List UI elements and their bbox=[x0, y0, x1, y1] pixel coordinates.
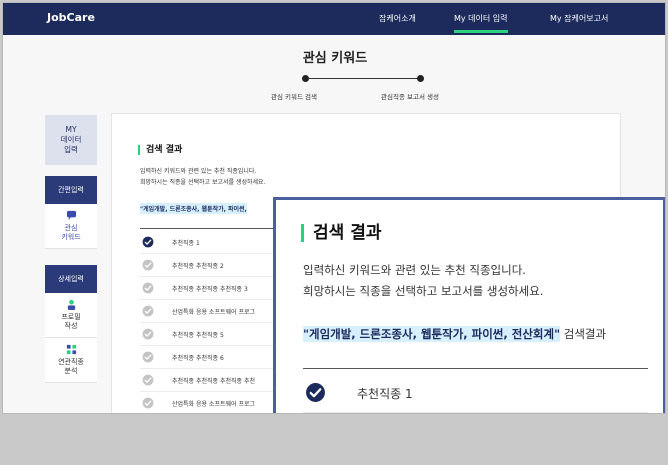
zoom-results-title: 검색 결과 bbox=[301, 224, 381, 242]
person-icon bbox=[67, 299, 75, 310]
results-divider bbox=[140, 228, 290, 229]
jobcare-logo[interactable]: JobCare bbox=[47, 11, 95, 24]
recommendation-label: 추천직종 추천직종 6 bbox=[172, 355, 224, 362]
search-keywords: "게임개발, 드론조종사, 웹툰작가, 파이썬, bbox=[140, 203, 247, 214]
step-label-1: 관심 키워드 검색 bbox=[271, 93, 317, 101]
check-circle-outline-icon[interactable] bbox=[142, 259, 154, 271]
zoom-callout: 검색 결과 입력하신 키워드와 관련 있는 추천 직종입니다. 희망하시는 직종… bbox=[273, 197, 665, 414]
sidebar-item-label: 프로필 작성 bbox=[61, 313, 81, 330]
results-title: 검색 결과 bbox=[138, 145, 182, 155]
nav-item-my-data-input[interactable]: My 데이터 입력 bbox=[454, 13, 508, 33]
keywords-highlight: "게임개발, 드론조종사, 웹툰작가, 파이썬, 전산회계" bbox=[303, 326, 561, 342]
check-circle-icon[interactable] bbox=[142, 236, 154, 248]
sidebar-section-simple: 간편입력 관심 키워드 bbox=[45, 176, 97, 249]
zoom-search-keywords: "게임개발, 드론조종사, 웹툰작가, 파이썬, 전산회계" 검색결과 bbox=[303, 326, 606, 342]
recommendation-label: 추천직종 추천직종 5 bbox=[172, 332, 224, 339]
sidebar-item-profile[interactable]: 프로필 작성 bbox=[45, 293, 97, 338]
sidebar-item-label: 연관직종 분석 bbox=[58, 358, 84, 375]
sidebar-item-related-analysis[interactable]: 연관직종 분석 bbox=[45, 338, 97, 383]
keywords-suffix: 검색결과 bbox=[560, 327, 607, 341]
step-dot-2 bbox=[417, 75, 424, 82]
nav-item-my-report[interactable]: My 잡케어보고서 bbox=[550, 13, 608, 24]
recommendation-label: 추천직종 추천직종 2 bbox=[172, 263, 224, 270]
results-desc-line-2: 희망하시는 직종을 선택하고 보고서를 생성하세요. bbox=[140, 179, 266, 186]
recommendation-label: 추천직종 추천직종 추천직종 3 bbox=[172, 286, 248, 293]
top-nav-bar: JobCare 잡케어소개 My 데이터 입력 My 잡케어보고서 bbox=[3, 3, 665, 35]
step-label-2: 관심직종 보고서 생성 bbox=[381, 93, 439, 101]
zoom-divider bbox=[303, 368, 648, 369]
check-circle-outline-icon[interactable] bbox=[142, 328, 154, 340]
check-circle-outline-icon[interactable] bbox=[142, 351, 154, 363]
check-circle-outline-icon[interactable] bbox=[142, 305, 154, 317]
zoom-desc-line-1: 입력하신 키워드와 관련 있는 추천 직종입니다. bbox=[303, 263, 526, 277]
check-circle-icon[interactable] bbox=[305, 382, 326, 403]
zoom-recommendation-row[interactable]: 추천직종 추천직종 2 bbox=[303, 413, 648, 414]
sidebar-item-keyword[interactable]: 관심 키워드 bbox=[45, 204, 97, 249]
recommendation-label: 추천직종 추천직종 추천직종 추천 bbox=[172, 378, 256, 385]
sidebar-section-title-detail[interactable]: 상세입력 bbox=[45, 265, 97, 293]
nav-item-about[interactable]: 잡케어소개 bbox=[379, 13, 416, 24]
sidebar-item-label: 관심 키워드 bbox=[61, 224, 81, 241]
sidebar-section-title-simple[interactable]: 간편입력 bbox=[45, 176, 97, 204]
zoom-desc-line-2: 희망하시는 직종을 선택하고 보고서를 생성하세요. bbox=[303, 284, 544, 298]
sidebar-section-detail: 상세입력 프로필 작성 연관직종 분석 bbox=[45, 265, 97, 383]
zoom-recommendation-label: 추천직종 1 bbox=[357, 387, 413, 401]
recommendation-label: 산업특화 응용 소프트웨어 프로그 bbox=[172, 309, 256, 316]
chat-icon bbox=[66, 210, 76, 221]
recommendation-label: 산업특화 응용 소프트웨어 프로그 bbox=[172, 401, 256, 408]
check-circle-outline-icon[interactable] bbox=[142, 397, 154, 409]
recommendation-label: 추천직종 1 bbox=[172, 240, 200, 247]
page-title: 관심 키워드 bbox=[302, 51, 368, 66]
grid-icon bbox=[66, 344, 76, 355]
stepper-line bbox=[304, 78, 422, 79]
zoom-recommendation-row[interactable]: 추천직종 1 bbox=[303, 372, 648, 413]
check-circle-outline-icon[interactable] bbox=[142, 282, 154, 294]
step-dot-1 bbox=[302, 75, 309, 82]
app-window: JobCare 잡케어소개 My 데이터 입력 My 잡케어보고서 관심 키워드… bbox=[2, 2, 666, 414]
results-desc-line-1: 입력하신 키워드와 관련 있는 추천 직종입니다. bbox=[140, 168, 257, 175]
check-circle-outline-icon[interactable] bbox=[142, 374, 154, 386]
zoom-results-description: 입력하신 키워드와 관련 있는 추천 직종입니다. 희망하시는 직종을 선택하고… bbox=[303, 260, 543, 302]
sidebar: MY 데이터 입력 bbox=[45, 115, 97, 165]
sidebar-header: MY 데이터 입력 bbox=[45, 115, 97, 165]
results-description: 입력하신 키워드와 관련 있는 추천 직종입니다. 희망하시는 직종을 선택하고… bbox=[140, 166, 265, 188]
